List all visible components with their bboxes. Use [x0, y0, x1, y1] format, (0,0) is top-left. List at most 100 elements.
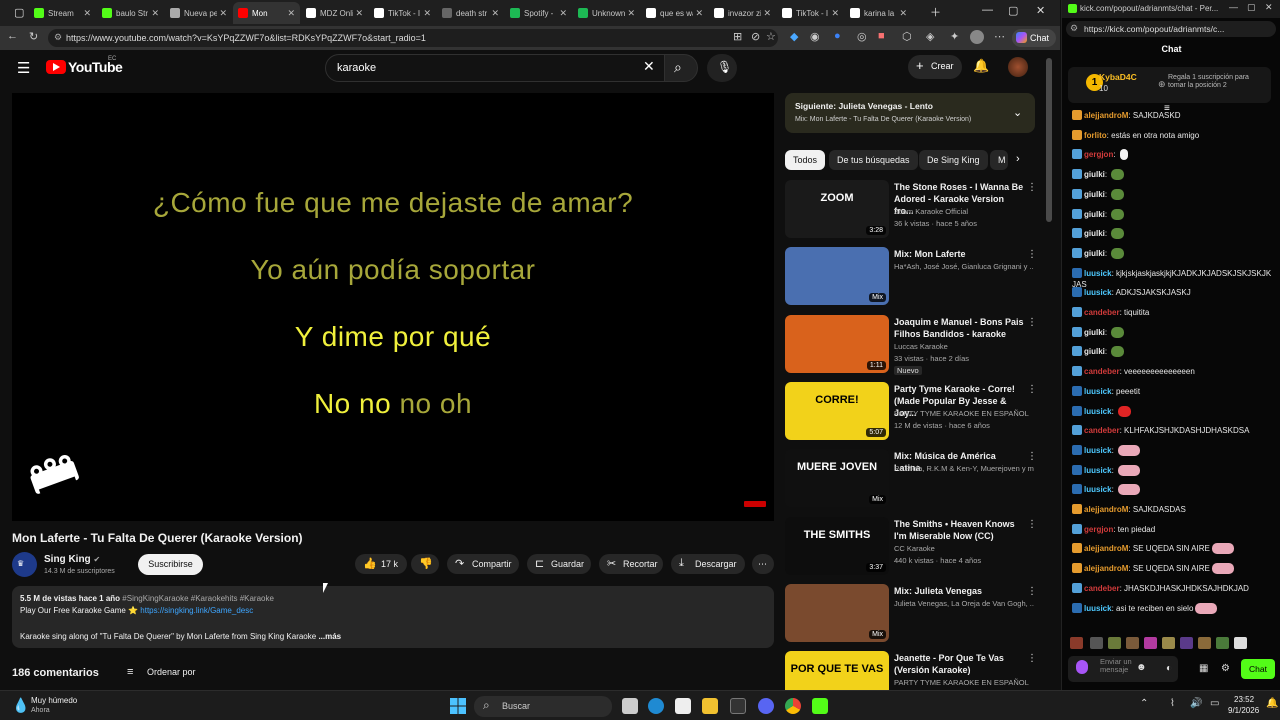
- settings-gear-icon[interactable]: ⚙: [1221, 663, 1230, 674]
- recommended-channel[interactable]: Luccas Karaoke: [894, 342, 1034, 351]
- chat-username[interactable]: luusick: [1084, 269, 1112, 278]
- tab-close-icon[interactable]: ✕: [899, 8, 907, 19]
- start-button[interactable]: [450, 698, 466, 714]
- browser-tab[interactable]: death str ✕: [437, 2, 504, 24]
- more-options-icon[interactable]: ⋮: [1027, 519, 1037, 530]
- clock-time[interactable]: 23:52: [1234, 695, 1254, 704]
- search-button[interactable]: ⌕: [664, 54, 698, 82]
- chat-username[interactable]: alejjandroM: [1084, 111, 1128, 120]
- tab-close-icon[interactable]: ✕: [423, 8, 431, 19]
- tab-close-icon[interactable]: ✕: [627, 8, 635, 19]
- chat-username[interactable]: candeber: [1084, 308, 1120, 317]
- search-input[interactable]: karaoke: [325, 54, 665, 82]
- recommended-channel[interactable]: PARTY TYME KARAOKE EN ESPAÑOL: [894, 409, 1034, 418]
- minimize-button[interactable]: —: [982, 4, 993, 16]
- chat-username[interactable]: gergjon: [1084, 525, 1113, 534]
- extension-icon[interactable]: ⬡: [902, 30, 912, 43]
- close-window-button[interactable]: ✕: [1036, 4, 1045, 17]
- weather-title[interactable]: Muy húmedo: [31, 696, 77, 705]
- recommended-channel[interactable]: Ha*Ash, José José, Gianluca Grignani y .…: [894, 262, 1034, 271]
- recommended-video[interactable]: 1:11 Joaquim e Manuel - Bons Pais Filhos …: [785, 314, 1040, 377]
- share-button[interactable]: ↷ Compartir: [447, 554, 519, 574]
- clear-search-icon[interactable]: ✕: [643, 58, 655, 75]
- chat-username[interactable]: luusick: [1084, 485, 1112, 494]
- hide-icon[interactable]: ⊘: [751, 30, 760, 43]
- emote-icon[interactable]: [1216, 637, 1229, 649]
- video-thumbnail[interactable]: ZOOM 3:28: [785, 180, 889, 238]
- recommended-channel[interactable]: CC Karaoke: [894, 544, 1034, 553]
- chip-from-sing-king[interactable]: De Sing King: [919, 150, 988, 170]
- chat-input[interactable]: Enviar un mensaje ☻: [1068, 656, 1178, 682]
- weather-drop-icon[interactable]: 💧: [12, 697, 29, 714]
- more-options-icon[interactable]: ⋮: [1027, 317, 1037, 328]
- clock-date[interactable]: 9/1/2026: [1228, 706, 1259, 715]
- chat-username[interactable]: luusick: [1084, 466, 1112, 475]
- chat-username[interactable]: candeber: [1084, 367, 1120, 376]
- account-avatar[interactable]: [1008, 57, 1028, 77]
- edge-icon[interactable]: [648, 698, 664, 714]
- reactions-icon[interactable]: ◐: [1166, 663, 1172, 674]
- more-options-icon[interactable]: ⋮: [1027, 653, 1037, 664]
- browser-tab[interactable]: TikTok - I ✕: [369, 2, 436, 24]
- recommended-title[interactable]: Mix: Mon Laferte: [894, 248, 1024, 260]
- extension-icon[interactable]: ◈: [926, 30, 934, 43]
- clip-button[interactable]: ✂ Recortar: [599, 554, 663, 574]
- extension-icon[interactable]: ◆: [790, 30, 798, 43]
- app-icon[interactable]: [730, 698, 746, 714]
- page-scrollbar[interactable]: [1046, 58, 1052, 222]
- recommended-channel[interactable]: Zoom Karaoke Official: [894, 207, 1034, 216]
- chat-username[interactable]: forlito: [1084, 131, 1107, 140]
- tab-close-icon[interactable]: ✕: [695, 8, 703, 19]
- recommended-video[interactable]: ZOOM 3:28 The Stone Roses - I Wanna Be Ado…: [785, 180, 1040, 242]
- chat-username[interactable]: giulki: [1084, 210, 1105, 219]
- speaker-icon[interactable]: 🔊: [1190, 698, 1202, 709]
- chat-username[interactable]: giulki: [1084, 190, 1105, 199]
- send-chat-button[interactable]: Chat: [1241, 659, 1275, 679]
- bookmark-star-icon[interactable]: ☆: [766, 30, 776, 43]
- chat-username[interactable]: luusick: [1084, 446, 1112, 455]
- tab-search-icon[interactable]: ▢: [14, 6, 24, 19]
- chat-username[interactable]: luusick: [1084, 407, 1112, 416]
- recommended-video[interactable]: CORRE! 5:07 Party Tyme Karaoke - Corre! (M…: [785, 381, 1040, 444]
- description-link[interactable]: https://singking.link/Game_desc: [140, 606, 253, 615]
- tab-close-icon[interactable]: ✕: [287, 8, 295, 19]
- download-button[interactable]: ⤓ Descargar: [671, 554, 745, 574]
- description-box[interactable]: 5.5 M de vistas hace 1 año #SingKingKara…: [12, 586, 774, 648]
- shop-icon[interactable]: ▦: [1199, 663, 1208, 674]
- more-options-icon[interactable]: ⋮: [1027, 384, 1037, 395]
- tab-close-icon[interactable]: ✕: [559, 8, 567, 19]
- notification-bell-icon[interactable]: 🔔: [1266, 698, 1278, 709]
- recommended-video[interactable]: Mix Mix: Mon Laferte Ha*Ash, José José, Gi…: [785, 247, 1040, 309]
- emote-icon[interactable]: [1180, 637, 1193, 649]
- emote-icon[interactable]: [1070, 637, 1083, 649]
- chevron-right-icon[interactable]: ›: [1016, 153, 1020, 165]
- tab-close-icon[interactable]: ✕: [491, 8, 499, 19]
- recommended-title[interactable]: Jeanette - Por Que Te Vas (Versión Karao…: [894, 652, 1024, 676]
- back-icon[interactable]: ←: [7, 30, 18, 42]
- store-icon[interactable]: [675, 698, 691, 714]
- subscribe-button[interactable]: Suscribirse: [138, 554, 203, 575]
- voice-search-button[interactable]: 🎙: [707, 54, 737, 82]
- chip-from-searches[interactable]: De tus búsquedas: [829, 150, 918, 170]
- recommended-channel[interactable]: PARTY TYME KARAOKE EN ESPAÑOL: [894, 678, 1034, 687]
- show-more-link[interactable]: ...más: [318, 632, 341, 641]
- tab-close-icon[interactable]: ✕: [83, 8, 91, 19]
- more-actions-button[interactable]: ⋯: [752, 554, 774, 574]
- create-button[interactable]: + Crear: [908, 55, 962, 79]
- emote-icon[interactable]: [1198, 637, 1211, 649]
- emote-icon[interactable]: [1090, 637, 1103, 649]
- recommended-video[interactable]: THE SMITHS 3:37 The Smiths • Heaven Knows …: [785, 516, 1040, 579]
- tab-close-icon[interactable]: ✕: [151, 8, 159, 19]
- video-thumbnail[interactable]: Mix: [785, 583, 889, 642]
- close-window-button[interactable]: ✕: [1265, 2, 1273, 13]
- discord-icon[interactable]: [758, 698, 774, 714]
- chrome-icon[interactable]: [785, 698, 801, 714]
- recommended-video[interactable]: Mix Mix: Julieta Venegas Julieta Venegas, …: [785, 583, 1040, 646]
- maximize-button[interactable]: ▢: [1247, 2, 1256, 13]
- save-button[interactable]: ⊏ Guardar: [527, 554, 591, 574]
- tab-close-icon[interactable]: ✕: [219, 8, 227, 19]
- browser-tab[interactable]: Mon ✕: [233, 2, 300, 24]
- recommended-title[interactable]: Joaquim e Manuel - Bons Pais Filhos Band…: [894, 316, 1024, 340]
- hamburger-menu-icon[interactable]: ☰: [17, 59, 30, 77]
- extension-icon[interactable]: ◉: [810, 30, 820, 43]
